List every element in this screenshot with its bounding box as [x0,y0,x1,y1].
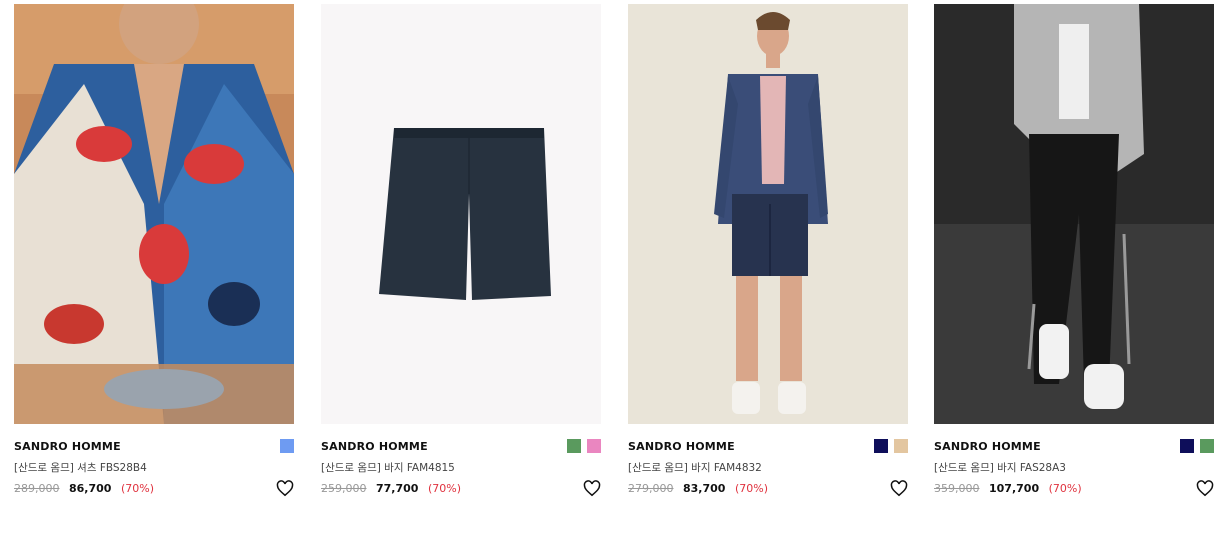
product-image[interactable] [321,4,601,424]
color-swatch[interactable] [587,439,601,453]
discount-rate: (70%) [120,482,154,495]
brand-name[interactable]: SANDRO HOMME [321,440,428,453]
color-swatch[interactable] [894,439,908,453]
price-row: 289,000 86,700 (70%) [14,482,154,495]
product-name[interactable]: [산드로 옴므] 셔츠 FBS28B4 [14,460,147,475]
color-swatch[interactable] [567,439,581,453]
discount-rate: (70%) [427,482,461,495]
original-price: 289,000 [14,482,60,495]
product-card[interactable]: SANDRO HOMME [산드로 옴므] 바지 FAM4832 279,000… [628,4,908,504]
brand-name[interactable]: SANDRO HOMME [934,440,1041,453]
color-swatch[interactable] [1200,439,1214,453]
product-name[interactable]: [산드로 옴므] 바지 FAM4832 [628,460,762,475]
sale-price: 83,700 [683,482,726,495]
product-card[interactable]: SANDRO HOMME [산드로 옴므] 바지 FAS28A3 359,000… [934,4,1214,504]
discount-rate: (70%) [1048,482,1082,495]
sale-price: 77,700 [376,482,419,495]
product-card[interactable]: SANDRO HOMME [산드로 옴므] 바지 FAM4815 259,000… [321,4,601,504]
original-price: 259,000 [321,482,367,495]
color-swatches [1180,439,1214,453]
product-name[interactable]: [산드로 옴므] 바지 FAM4815 [321,460,455,475]
brand-name[interactable]: SANDRO HOMME [14,440,121,453]
discount-rate: (70%) [734,482,768,495]
original-price: 279,000 [628,482,674,495]
product-image[interactable] [628,4,908,424]
heart-outline-icon[interactable] [276,480,294,497]
original-price: 359,000 [934,482,980,495]
price-row: 359,000 107,700 (70%) [934,482,1082,495]
heart-outline-icon[interactable] [890,480,908,497]
heart-outline-icon[interactable] [1196,480,1214,497]
color-swatches [874,439,908,453]
color-swatch[interactable] [874,439,888,453]
sale-price: 86,700 [69,482,112,495]
color-swatches [567,439,601,453]
color-swatch[interactable] [1180,439,1194,453]
product-card[interactable]: SANDRO HOMME [산드로 옴므] 셔츠 FBS28B4 289,000… [14,4,294,504]
product-name[interactable]: [산드로 옴므] 바지 FAS28A3 [934,460,1066,475]
brand-name[interactable]: SANDRO HOMME [628,440,735,453]
sale-price: 107,700 [989,482,1040,495]
heart-outline-icon[interactable] [583,480,601,497]
product-grid: SANDRO HOMME [산드로 옴므] 셔츠 FBS28B4 289,000… [14,4,1224,504]
color-swatch[interactable] [280,439,294,453]
color-swatches [280,439,294,453]
product-image[interactable] [14,4,294,424]
price-row: 259,000 77,700 (70%) [321,482,461,495]
price-row: 279,000 83,700 (70%) [628,482,768,495]
product-image[interactable] [934,4,1214,424]
